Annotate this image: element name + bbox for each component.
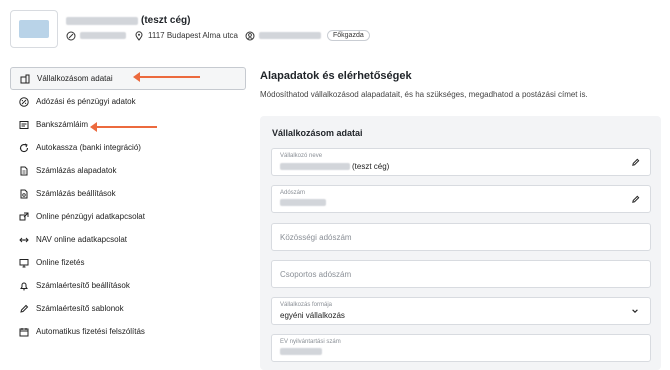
company-data-panel: Vállalkozásom adatai Vállalkozó neve (te… bbox=[260, 116, 661, 370]
user-icon bbox=[245, 31, 255, 41]
annotation-arrow bbox=[90, 122, 157, 132]
field-placeholder: Csoportos adószám bbox=[280, 270, 352, 279]
community-tax-input[interactable]: Közösségi adószám bbox=[271, 223, 651, 251]
edit-icon[interactable] bbox=[630, 157, 640, 167]
sidebar-item-label: Számlaértesítő beállítások bbox=[36, 281, 130, 290]
card-icon bbox=[19, 120, 29, 130]
redacted-text bbox=[259, 32, 321, 39]
field-label: Adószám bbox=[280, 190, 306, 196]
company-logo bbox=[10, 10, 58, 48]
sidebar-item-nav-online[interactable]: NAV online adatkapcsolat bbox=[10, 228, 246, 251]
transfer-icon bbox=[19, 235, 29, 245]
sidebar-item-label: Online pénzügyi adatkapcsolat bbox=[36, 212, 145, 221]
company-meta: 1117 Budapest Alma utca Főkgazda bbox=[66, 30, 370, 41]
field-label: Vállalkozás formája bbox=[280, 302, 333, 308]
company-suffix: (teszt cég) bbox=[141, 15, 191, 26]
sidebar-item-tax-finance[interactable]: Adózási és pénzügyi adatok bbox=[10, 90, 246, 113]
field-value: egyéni vállalkozás bbox=[280, 311, 345, 320]
sidebar-item-label: Autokassza (banki integráció) bbox=[36, 143, 141, 152]
redacted-text bbox=[280, 163, 350, 170]
group-tax-input[interactable]: Csoportos adószám bbox=[271, 260, 651, 288]
document-settings-icon bbox=[19, 189, 29, 199]
sidebar-item-auto-reminder[interactable]: Automatikus fizetési felszólítás bbox=[10, 320, 246, 343]
role-badge: Főkgazda bbox=[327, 30, 370, 41]
edit-icon[interactable] bbox=[630, 194, 640, 204]
ev-number-field[interactable]: EV nyilvántartási szám bbox=[271, 334, 651, 362]
calendar-icon bbox=[19, 327, 29, 337]
sidebar-item-label: NAV online adatkapcsolat bbox=[36, 235, 128, 244]
chevron-down-icon[interactable] bbox=[630, 306, 640, 316]
business-form-select[interactable]: Vállalkozás formája egyéni vállalkozás bbox=[271, 297, 651, 325]
tax-number-field[interactable]: Adószám bbox=[271, 185, 651, 213]
sidebar-item-notifier-settings[interactable]: Számlaértesítő beállítások bbox=[10, 274, 246, 297]
panel-title: Vállalkozásom adatai bbox=[272, 128, 363, 138]
building-icon bbox=[20, 74, 30, 84]
field-placeholder: Közösségi adószám bbox=[280, 233, 352, 242]
sidebar-item-label: Online fizetés bbox=[36, 258, 85, 267]
sidebar-item-bank-accounts[interactable]: Bankszámláim bbox=[10, 113, 246, 136]
company-name: (teszt cég) bbox=[66, 15, 190, 26]
tax-id-icon bbox=[66, 31, 76, 41]
company-name-suffix: (teszt cég) bbox=[352, 162, 390, 171]
page-subtitle: Módosíthatod vállalkozásod alapadatait, … bbox=[260, 90, 588, 99]
location-icon bbox=[134, 30, 144, 41]
annotation-arrow bbox=[133, 72, 200, 82]
company-name-field[interactable]: Vállalkozó neve (teszt cég) bbox=[271, 148, 651, 176]
document-icon bbox=[19, 166, 29, 176]
sidebar-item-billing-settings[interactable]: Számlázás beállítások bbox=[10, 182, 246, 205]
bell-settings-icon bbox=[19, 281, 29, 291]
redacted-text bbox=[280, 199, 326, 206]
monitor-icon bbox=[19, 258, 29, 268]
field-label: Vállalkozó neve bbox=[280, 153, 323, 159]
sidebar-item-online-payment[interactable]: Online fizetés bbox=[10, 251, 246, 274]
settings-sidebar: Vállalkozásom adatai Adózási és pénzügyi… bbox=[10, 67, 246, 343]
field-value bbox=[280, 348, 322, 355]
logo-image bbox=[19, 20, 49, 38]
sidebar-item-online-finance[interactable]: Online pénzügyi adatkapcsolat bbox=[10, 205, 246, 228]
page-title: Alapadatok és elérhetőségek bbox=[260, 70, 412, 82]
sidebar-item-autokassza[interactable]: Autokassza (banki integráció) bbox=[10, 136, 246, 159]
sidebar-item-label: Adózási és pénzügyi adatok bbox=[36, 97, 136, 106]
sidebar-item-company-data[interactable]: Vállalkozásom adatai bbox=[10, 67, 246, 90]
percent-icon bbox=[19, 96, 29, 107]
field-value bbox=[280, 199, 326, 206]
redacted-text bbox=[280, 348, 322, 355]
sidebar-item-label: Automatikus fizetési felszólítás bbox=[36, 327, 145, 336]
sidebar-item-label: Számlázás beállítások bbox=[36, 189, 116, 198]
sidebar-item-label: Számlázás alapadatok bbox=[36, 166, 117, 175]
sidebar-item-label: Bankszámláim bbox=[36, 120, 89, 129]
sidebar-item-label: Számlaértesítő sablonok bbox=[36, 304, 124, 313]
field-label: EV nyilvántartási szám bbox=[280, 339, 341, 345]
company-address: 1117 Budapest Alma utca bbox=[148, 31, 238, 40]
sidebar-item-billing-basics[interactable]: Számlázás alapadatok bbox=[10, 159, 246, 182]
sidebar-item-label: Vállalkozásom adatai bbox=[37, 74, 113, 83]
sidebar-item-notifier-templates[interactable]: Számlaértesítő sablonok bbox=[10, 297, 246, 320]
sync-icon bbox=[19, 143, 29, 153]
link-icon bbox=[19, 212, 29, 222]
field-value: (teszt cég) bbox=[280, 162, 389, 171]
redacted-text bbox=[66, 16, 138, 25]
pen-icon bbox=[19, 304, 29, 314]
redacted-text bbox=[80, 32, 126, 39]
